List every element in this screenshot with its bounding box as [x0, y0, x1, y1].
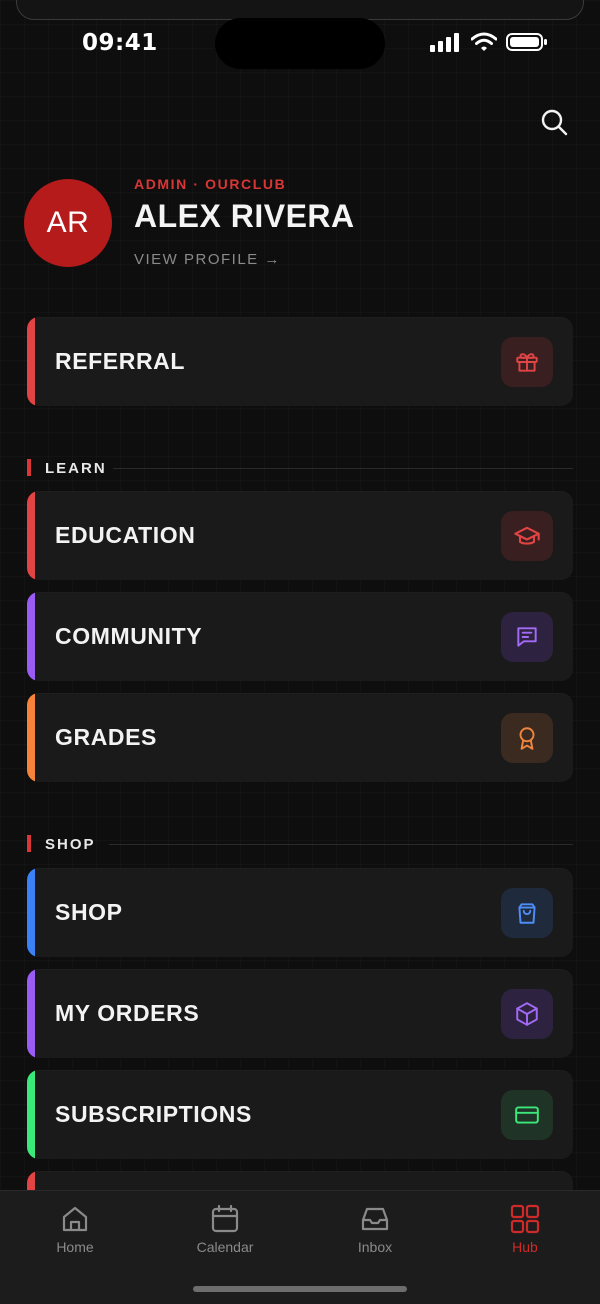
card-accent — [27, 317, 35, 406]
user-role: ADMIN · OURCLUB — [134, 176, 287, 192]
wifi-icon — [471, 32, 497, 51]
hub-screen: 09:41 AR ADMIN · OURCLUB ALEX RIVERA VIE… — [0, 0, 600, 1304]
card-label: SHOP — [55, 899, 123, 925]
calendar-icon — [211, 1204, 239, 1233]
view-profile-link[interactable]: VIEW PROFILE → — [134, 251, 281, 268]
education-card[interactable]: EDUCATION — [27, 491, 573, 580]
shop-card[interactable]: SHOP — [27, 868, 573, 957]
avatar[interactable]: AR — [24, 179, 112, 267]
search-icon — [541, 109, 568, 136]
card-label: MY ORDERS — [55, 1000, 200, 1026]
card-accent — [27, 693, 35, 782]
community-card[interactable]: COMMUNITY — [27, 592, 573, 681]
section-title: SHOP — [45, 836, 96, 853]
tab-label: Calendar — [196, 1239, 254, 1255]
section-bar — [27, 459, 31, 476]
card-icon-box — [501, 888, 553, 938]
card-accent — [27, 592, 35, 681]
inbox-icon — [361, 1207, 389, 1231]
section-header-learn: LEARN — [27, 458, 573, 478]
home-icon — [62, 1206, 88, 1232]
shopping-bag-icon — [518, 903, 536, 924]
section-header-shop: SHOP — [27, 834, 573, 854]
card-icon-box — [501, 612, 553, 662]
card-accent — [27, 1070, 35, 1159]
card-icon-box — [501, 713, 553, 763]
card-icon-box — [501, 337, 553, 387]
status-time: 09:41 — [82, 30, 158, 56]
dynamic-island — [215, 18, 385, 69]
section-bar — [27, 835, 31, 852]
package-icon — [516, 1002, 538, 1026]
award-icon — [519, 727, 535, 750]
user-name: ALEX RIVERA — [134, 198, 355, 234]
tab-hub[interactable]: Hub — [475, 1203, 575, 1263]
graduation-cap-icon — [514, 526, 540, 545]
card-icon-box — [501, 1090, 553, 1140]
tab-calendar[interactable]: Calendar — [175, 1203, 275, 1263]
profile-header: AR ADMIN · OURCLUB ALEX RIVERA VIEW PROF… — [24, 176, 584, 276]
card-accent — [27, 868, 35, 957]
status-icons — [430, 32, 548, 52]
card-label: SUBSCRIPTIONS — [55, 1101, 252, 1127]
card-icon-box — [501, 989, 553, 1039]
search-button[interactable] — [538, 106, 570, 138]
tab-label: Hub — [512, 1239, 538, 1255]
tab-label: Home — [56, 1239, 94, 1255]
chat-icon — [517, 627, 537, 647]
battery-icon — [506, 33, 547, 51]
tab-inbox[interactable]: Inbox — [325, 1203, 425, 1263]
card-label: EDUCATION — [55, 522, 196, 548]
card-accent — [27, 969, 35, 1058]
section-title: LEARN — [45, 460, 107, 477]
tab-home[interactable]: Home — [25, 1203, 125, 1263]
grades-card[interactable]: GRADES — [27, 693, 573, 782]
card-label: COMMUNITY — [55, 623, 203, 649]
tab-label: Inbox — [357, 1239, 393, 1255]
card-icon-box — [501, 511, 553, 561]
card-label: REFERRAL — [55, 348, 186, 374]
my-orders-card[interactable]: MY ORDERS — [27, 969, 573, 1058]
subscriptions-card[interactable]: SUBSCRIPTIONS — [27, 1070, 573, 1159]
status-bar: 09:41 — [0, 0, 600, 90]
card-label: GRADES — [55, 724, 158, 750]
card-accent — [27, 491, 35, 580]
section-divider — [109, 844, 573, 845]
grid-icon — [510, 1204, 540, 1234]
credit-card-icon — [515, 1106, 539, 1124]
cellular-signal-icon — [430, 33, 459, 52]
section-divider — [113, 468, 573, 469]
gift-icon — [516, 353, 538, 372]
referral-card[interactable]: REFERRAL — [27, 317, 573, 406]
home-indicator — [193, 1286, 407, 1292]
